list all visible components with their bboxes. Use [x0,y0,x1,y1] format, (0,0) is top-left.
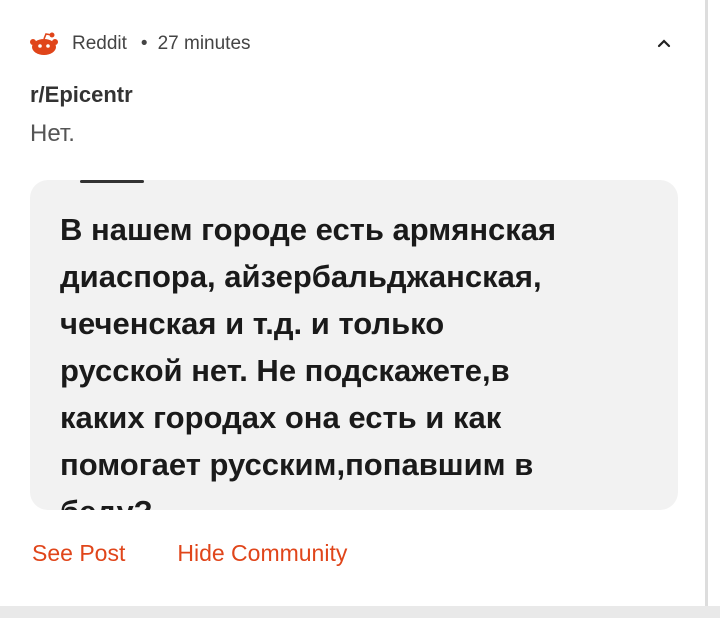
timestamp: 27 minutes [157,33,251,54]
notification-card[interactable]: Reddit • 27 minutes r/Epicentr Нет. В на… [0,0,708,606]
expand-button[interactable] [650,30,678,58]
preview-text: В нашем городе есть армянская диаспора, … [60,212,557,510]
notification-actions: See Post Hide Community [32,540,347,567]
reddit-alien-icon [30,32,58,56]
post-preview-image[interactable]: В нашем городе есть армянская диаспора, … [30,180,678,510]
chevron-up-icon [657,35,671,53]
hide-community-button[interactable]: Hide Community [177,540,347,567]
preview-handle [80,180,144,183]
notification-body: Нет. [30,120,75,147]
notification-header: Reddit • 27 minutes [30,30,251,58]
separator: • [140,33,148,54]
see-post-button[interactable]: See Post [32,540,125,567]
app-name: Reddit [72,33,127,54]
subreddit-name: r/Epicentr [30,82,133,107]
card-bottom-divider [0,606,720,618]
